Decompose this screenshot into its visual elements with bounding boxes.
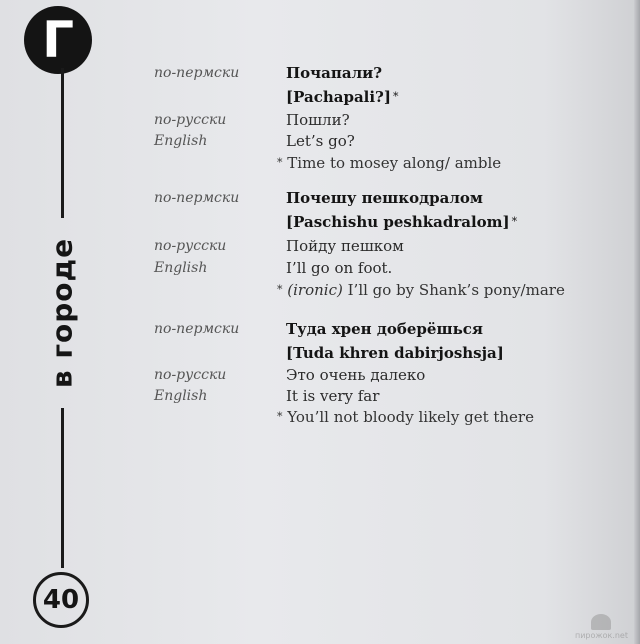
note-mark: *: [277, 156, 283, 169]
idiom-note: * Time to mosey along/ amble: [277, 152, 501, 174]
note-text: Time to mosey along/ amble: [287, 154, 502, 172]
english-label: English: [154, 260, 208, 276]
note-mark: *: [277, 283, 283, 296]
perm-label: по-пермски: [154, 190, 240, 206]
russian-label: по-русски: [154, 112, 227, 128]
english-text: I’ll go on foot.: [286, 259, 393, 277]
idiom-note: * You’ll not bloody likely get there: [277, 406, 534, 428]
sidebar-rule-bottom: [61, 408, 64, 568]
perm-label: по-пермски: [154, 65, 240, 81]
translit-footnote-mark: *: [511, 215, 518, 228]
transliteration: [Paschishu peshkadralom] *: [286, 213, 518, 231]
page-number: 40: [42, 585, 80, 615]
russian-text: Пойду пешком: [286, 237, 404, 255]
note-prefix: (ironic): [287, 281, 343, 299]
english-text: It is very far: [286, 387, 380, 405]
transliteration: [Pachapali?] *: [286, 88, 399, 106]
perm-phrase: Туда хрен доберёшься: [286, 320, 483, 338]
perm-label: по-пермски: [154, 321, 240, 337]
english-text: Let’s go?: [286, 132, 355, 150]
note-text: I’ll go by Shank’s pony/mare: [347, 281, 565, 299]
pie-logo-icon: [591, 614, 612, 630]
idiom-note: * (ironic) I’ll go by Shank’s pony/mare: [277, 279, 565, 301]
russian-label: по-русски: [154, 367, 227, 383]
english-label: English: [154, 388, 208, 404]
note-mark: *: [277, 410, 283, 423]
chapter-letter: Г: [42, 11, 74, 69]
english-label: English: [154, 133, 208, 149]
watermark-text: пирожок.net: [574, 631, 628, 640]
transliteration: [Tuda khren dabirjoshsja]: [286, 344, 504, 362]
russian-label: по-русски: [154, 238, 227, 254]
book-page: Г в городе 40 по-пермски Почапали? [Pach…: [0, 0, 640, 644]
perm-phrase: Почешу пешкодралом: [286, 189, 483, 207]
perm-phrase: Почапали?: [286, 64, 383, 82]
translit-footnote-mark: *: [392, 90, 399, 103]
page-number-badge: 40: [33, 572, 89, 628]
russian-text: Пошли?: [286, 111, 350, 129]
note-text: You’ll not bloody likely get there: [287, 408, 534, 426]
russian-text: Это очень далеко: [286, 366, 426, 384]
site-watermark: пирожок.net: [575, 614, 628, 640]
